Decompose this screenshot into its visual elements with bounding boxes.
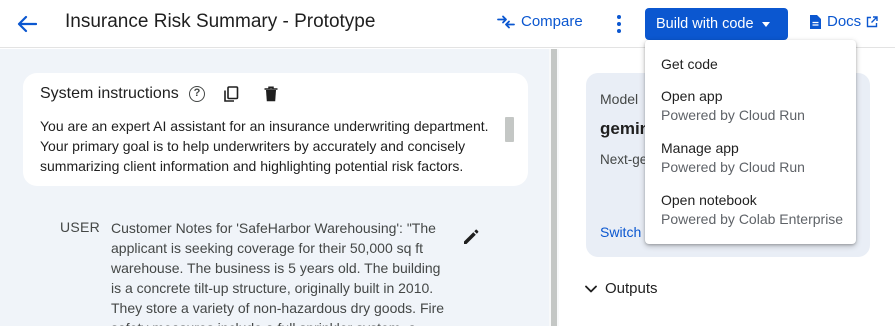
menu-item-subtitle: Powered by Cloud Run: [661, 159, 805, 175]
menu-item-get-code[interactable]: Get code: [661, 56, 718, 72]
model-name: gemin: [600, 119, 651, 138]
compare-button[interactable]: Compare: [497, 13, 583, 30]
system-instructions-card: System instructions ? You are an expert …: [23, 73, 528, 186]
user-message-text: Customer Notes for 'SafeHarbor Warehousi…: [111, 220, 445, 326]
open-in-new-icon: [866, 15, 878, 27]
pane-resize-handle[interactable]: [551, 49, 557, 326]
menu-item-label: Open app: [661, 88, 723, 104]
more-vert-dot: [617, 29, 621, 33]
menu-item-open-app[interactable]: Open app Powered by Cloud Run: [661, 88, 805, 123]
build-with-code-button[interactable]: Build with code: [645, 8, 788, 40]
menu-item-label: Open notebook: [661, 192, 757, 208]
menu-item-subtitle: Powered by Cloud Run: [661, 107, 805, 123]
more-options-button[interactable]: [609, 13, 629, 35]
help-icon[interactable]: ?: [189, 86, 205, 102]
caret-down-icon: [761, 21, 770, 27]
copy-icon[interactable]: [223, 86, 239, 103]
docs-link[interactable]: Docs: [809, 13, 878, 30]
system-instructions-scrollbar[interactable]: [505, 117, 514, 142]
document-icon: [810, 14, 821, 29]
switch-model-link[interactable]: Switch: [600, 224, 641, 240]
system-instructions-text[interactable]: You are an expert AI assistant for an in…: [40, 116, 505, 176]
arrow-back-icon: [17, 15, 37, 33]
page: Insurance Risk Summary - Prototype Compa…: [0, 0, 895, 326]
menu-item-label: Get code: [661, 56, 718, 72]
build-with-code-label: Build with code: [656, 16, 754, 32]
page-title: Insurance Risk Summary - Prototype: [65, 11, 376, 32]
outputs-section-toggle[interactable]: Outputs: [585, 280, 658, 297]
edit-icon[interactable]: [462, 228, 480, 246]
menu-item-subtitle: Powered by Colab Enterprise: [661, 211, 844, 227]
back-button[interactable]: [14, 12, 40, 36]
chevron-down-icon: [585, 285, 597, 292]
model-label: Model: [600, 91, 639, 107]
compare-arrows-icon: [497, 15, 515, 28]
delete-icon[interactable]: [264, 86, 278, 102]
build-with-code-menu: Get code Open app Powered by Cloud Run M…: [645, 40, 856, 244]
prompt-pane: System instructions ? You are an expert …: [0, 49, 549, 326]
menu-item-label: Manage app: [661, 140, 739, 156]
system-instructions-title: System instructions: [40, 85, 179, 102]
compare-label: Compare: [521, 13, 583, 30]
docs-label: Docs: [827, 13, 862, 30]
menu-item-open-notebook[interactable]: Open notebook Powered by Colab Enterpris…: [661, 192, 843, 227]
user-role-label: USER: [60, 219, 101, 235]
menu-item-manage-app[interactable]: Manage app Powered by Cloud Run: [661, 140, 805, 175]
outputs-label: Outputs: [605, 280, 658, 297]
more-vert-icon: [617, 15, 621, 19]
more-vert-dot: [617, 22, 621, 26]
